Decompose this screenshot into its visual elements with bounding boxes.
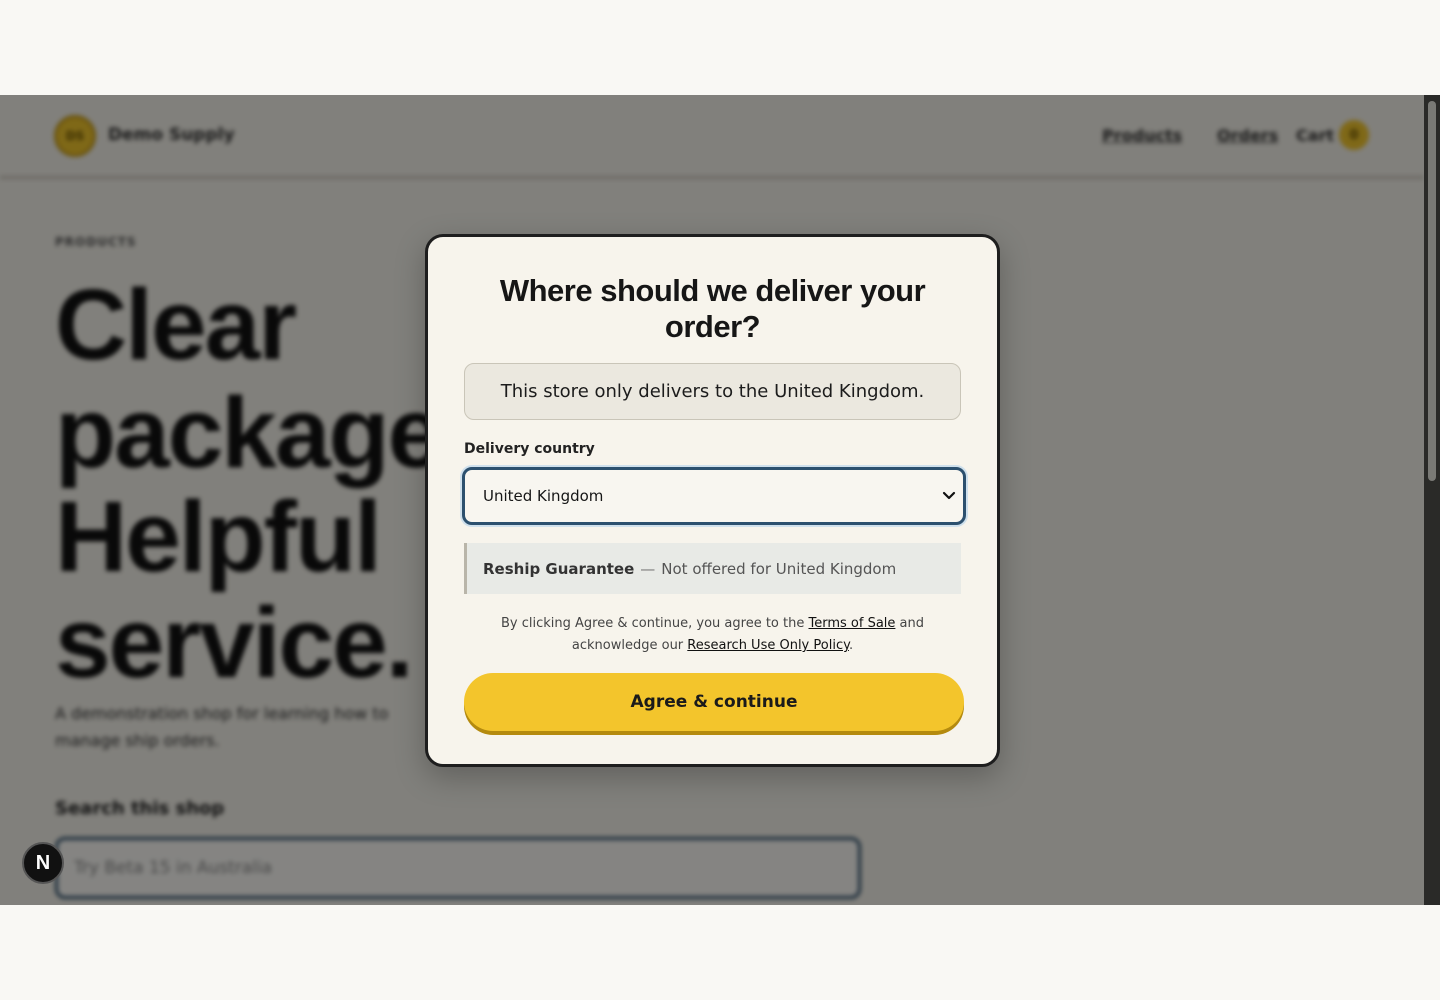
terms-of-sale-link[interactable]: Terms of Sale: [809, 616, 896, 631]
scrollbar-track[interactable]: [1424, 95, 1440, 905]
nextjs-dev-badge[interactable]: N: [22, 842, 64, 884]
delivery-country-dialog: Where should we deliver your order? This…: [425, 234, 1000, 767]
delivery-notice: This store only delivers to the United K…: [464, 363, 961, 420]
delivery-country-label: Delivery country: [464, 441, 595, 457]
reship-guarantee-status: Not offered for United Kingdom: [661, 559, 897, 578]
scrollbar-thumb[interactable]: [1428, 101, 1436, 481]
reship-guarantee-name: Reship Guarantee: [483, 559, 635, 578]
delivery-notice-text: This store only delivers to the United K…: [500, 381, 925, 402]
reship-separator: —: [640, 559, 656, 578]
chevron-down-icon: [942, 491, 956, 500]
legal-consent-text: By clicking Agree & continue, you agree …: [464, 613, 961, 657]
selected-country: United Kingdom: [483, 487, 604, 505]
legal-suffix: .: [848, 638, 854, 653]
reship-guarantee-info: Reship Guarantee — Not offered for Unite…: [464, 543, 961, 594]
research-use-policy-link[interactable]: Research Use Only Policy: [687, 638, 849, 653]
browser-viewport: DS Demo Supply Products Orders Cart 0 PR…: [0, 95, 1440, 905]
agree-continue-button[interactable]: Agree & continue: [464, 673, 964, 731]
delivery-country-select[interactable]: United Kingdom: [462, 467, 966, 525]
legal-prefix: By clicking Agree & continue, you agree …: [500, 616, 805, 631]
dialog-title: Where should we deliver your order?: [499, 273, 926, 344]
